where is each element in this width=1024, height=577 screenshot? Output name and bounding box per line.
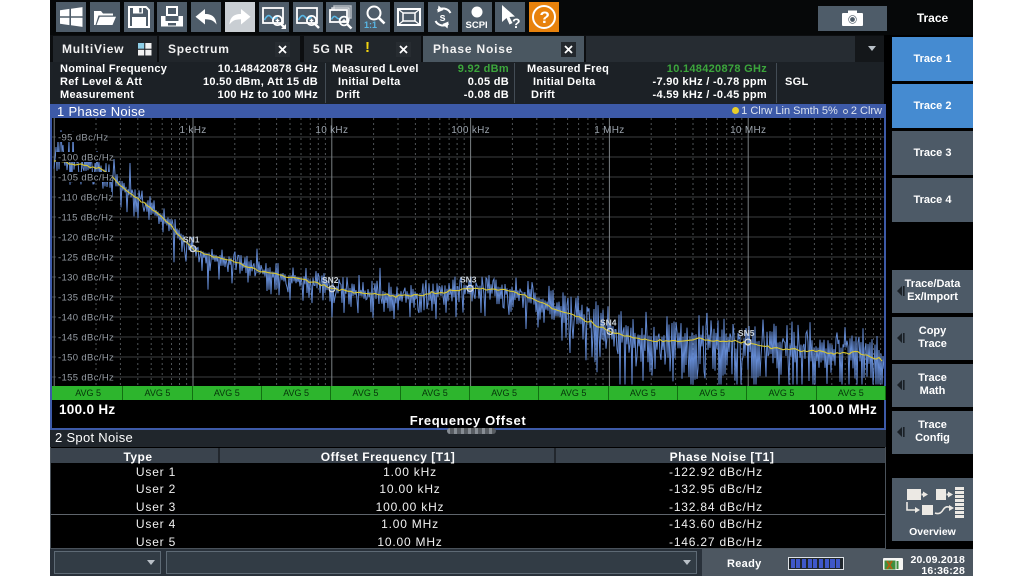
svg-text:-100 dBc/Hz: -100 dBc/Hz [58,153,114,164]
svg-text:s: s [439,12,445,24]
svg-text:-110 dBc/Hz: -110 dBc/Hz [58,193,113,204]
svg-text:-95 dBc/Hz: -95 dBc/Hz [58,133,109,144]
svg-text:?: ? [512,15,521,31]
svg-text:10 kHz: 10 kHz [315,125,348,136]
svg-text:-140 dBc/Hz: -140 dBc/Hz [58,313,114,324]
svg-text:SN3: SN3 [460,274,477,284]
svg-text:-105 dBc/Hz: -105 dBc/Hz [58,173,114,184]
svg-text:1 kHz: 1 kHz [179,125,206,136]
svg-text:-115 dBc/Hz: -115 dBc/Hz [58,213,113,224]
svg-text:10 MHz: 10 MHz [730,125,766,136]
svg-text:?: ? [540,8,550,27]
svg-text:SN4: SN4 [600,317,617,327]
svg-text:1 MHz: 1 MHz [594,125,624,136]
svg-text:SCPI: SCPI [465,20,487,31]
svg-text:100 kHz: 100 kHz [451,125,490,136]
svg-text:-125 dBc/Hz: -125 dBc/Hz [58,253,114,264]
svg-text:-145 dBc/Hz: -145 dBc/Hz [58,333,114,344]
svg-text:1:1: 1:1 [364,20,377,30]
svg-text:SN5: SN5 [738,328,755,338]
svg-text:-130 dBc/Hz: -130 dBc/Hz [58,273,114,284]
svg-text:-120 dBc/Hz: -120 dBc/Hz [58,233,114,244]
svg-text:-155 dBc/Hz: -155 dBc/Hz [58,373,114,384]
svg-text:SN1: SN1 [183,235,200,245]
svg-text:SN2: SN2 [322,275,339,285]
svg-text:-135 dBc/Hz: -135 dBc/Hz [58,293,114,304]
svg-text:-150 dBc/Hz: -150 dBc/Hz [58,353,114,364]
